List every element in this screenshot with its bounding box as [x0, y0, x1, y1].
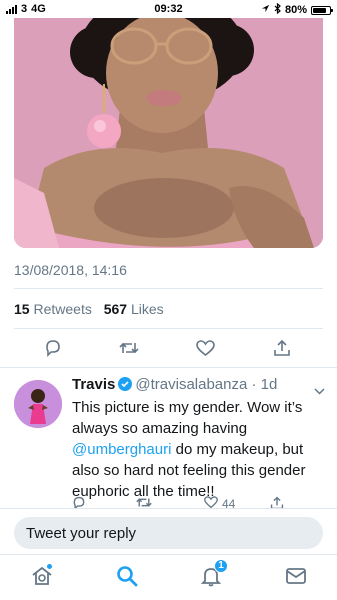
- divider: [14, 288, 323, 289]
- tweet-timestamp: 13/08/2018, 14:16: [14, 262, 127, 278]
- reply-author-handle[interactable]: @travisalabanza: [135, 376, 247, 393]
- search-icon: [116, 565, 138, 592]
- share-icon[interactable]: [270, 336, 294, 360]
- messages-icon: [285, 567, 307, 590]
- like-icon[interactable]: [193, 336, 217, 360]
- home-new-dot: [46, 562, 53, 570]
- status-bar: 3 4G 09:32 80%: [0, 0, 337, 18]
- notifications-badge: 1: [214, 558, 228, 573]
- reply-icon[interactable]: [41, 336, 65, 360]
- reply-author-name[interactable]: Travis: [72, 376, 115, 393]
- retweets-count: 15: [14, 301, 30, 317]
- tweet-actions: [0, 336, 337, 360]
- battery-percent: 80%: [284, 4, 307, 16]
- battery-icon: [311, 5, 333, 15]
- tab-messages[interactable]: [283, 565, 309, 591]
- reply-age: 1d: [260, 376, 278, 393]
- retweet-icon[interactable]: [117, 336, 141, 360]
- reply-text-start: This picture is my gender. Wow it’s alwa…: [72, 399, 303, 437]
- mention-link[interactable]: @umberghauri: [72, 441, 171, 458]
- reply-text: This picture is my gender. Wow it’s alwa…: [72, 397, 328, 502]
- home-icon: [31, 562, 53, 592]
- tab-search[interactable]: [114, 565, 140, 591]
- tab-bar: 1: [0, 554, 337, 600]
- divider: [14, 328, 323, 329]
- likes-count: 567: [103, 301, 128, 317]
- tweet-stats: 15 Retweets 567 Likes: [14, 301, 164, 317]
- bluetooth-icon: [274, 2, 281, 17]
- verified-icon: [118, 377, 133, 391]
- reply-composer: Tweet your reply: [0, 508, 337, 554]
- reply-input[interactable]: Tweet your reply: [14, 517, 323, 549]
- tweet-photo[interactable]: [14, 18, 323, 248]
- location-icon: [261, 4, 270, 16]
- tab-notifications[interactable]: 1: [198, 558, 228, 592]
- reply-separator: ·: [251, 376, 257, 393]
- retweets-stat[interactable]: 15 Retweets: [14, 301, 92, 317]
- retweets-label: Retweets: [33, 301, 92, 317]
- tab-home[interactable]: [29, 562, 55, 592]
- reply-tweet[interactable]: Travis @travisalabanza · 1d This picture …: [0, 368, 337, 511]
- likes-label: Likes: [130, 301, 164, 317]
- avatar[interactable]: [14, 380, 62, 428]
- likes-stat[interactable]: 567 Likes: [104, 301, 164, 317]
- notifications-icon: 1: [200, 558, 228, 592]
